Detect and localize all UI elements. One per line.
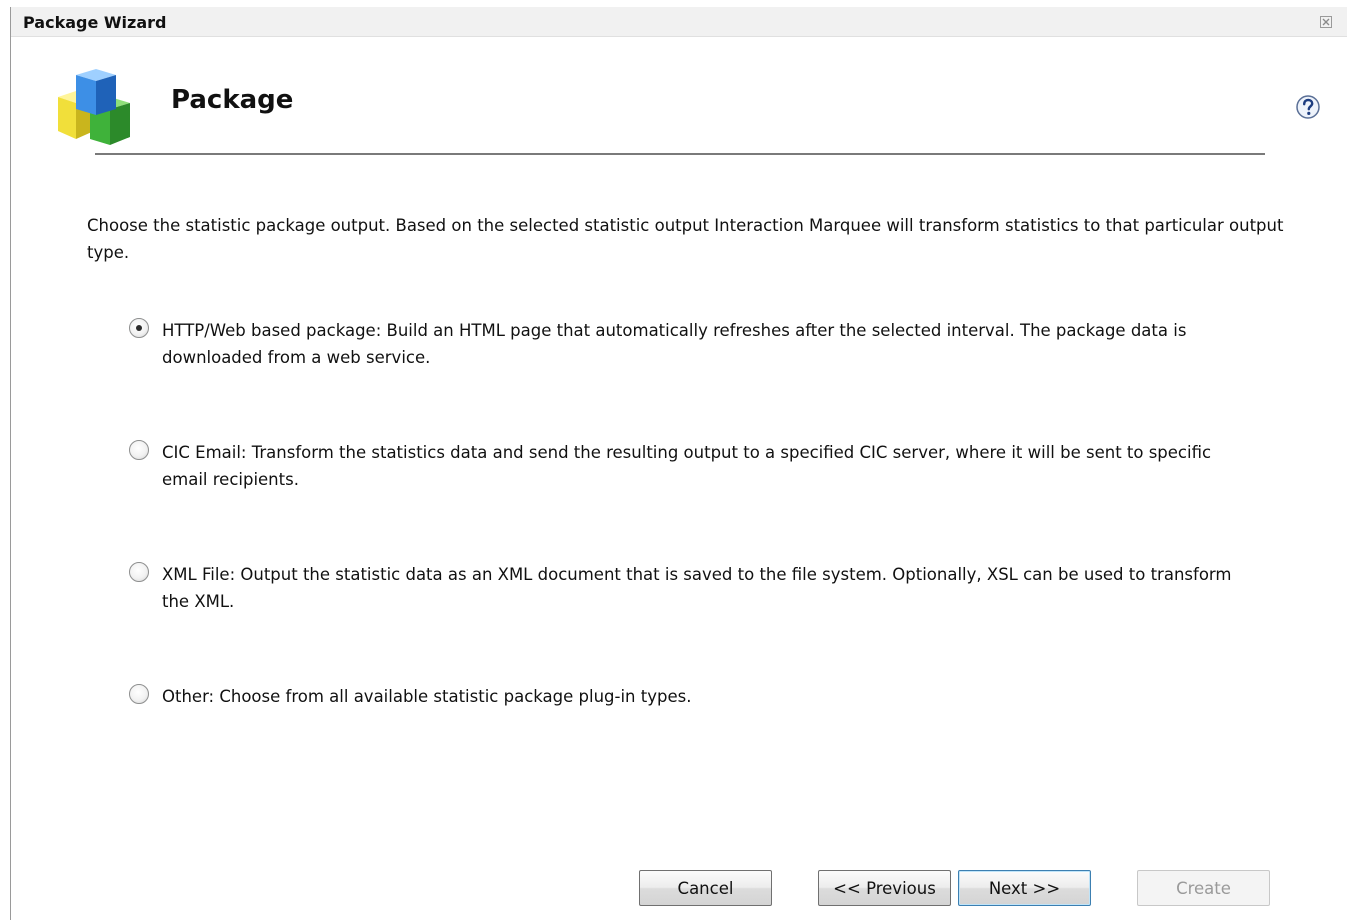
radio-other[interactable] <box>129 684 149 704</box>
package-wizard-window: Package Wizard Package Choose the statis… <box>10 7 1347 920</box>
option-label: XML File: Output the statistic data as a… <box>162 565 1232 611</box>
option-label: CIC Email: Transform the statistics data… <box>162 443 1212 489</box>
option-cic-email[interactable]: CIC Email: Transform the statistics data… <box>129 439 1259 493</box>
help-icon[interactable] <box>1295 94 1321 120</box>
next-button[interactable]: Next >> <box>958 870 1091 906</box>
radio-xml-file[interactable] <box>129 562 149 582</box>
intro-text: Choose the statistic package output. Bas… <box>87 216 1284 262</box>
option-xml-file[interactable]: XML File: Output the statistic data as a… <box>129 561 1259 615</box>
close-icon[interactable] <box>1318 14 1334 30</box>
window-title: Package Wizard <box>23 13 167 32</box>
title-bar: Package Wizard <box>11 7 1347 37</box>
radio-cic-email[interactable] <box>129 440 149 460</box>
header-divider <box>95 153 1265 155</box>
cancel-button[interactable]: Cancel <box>639 870 772 906</box>
option-http-web-package[interactable]: HTTP/Web based package: Build an HTML pa… <box>129 317 1259 371</box>
create-button: Create <box>1137 870 1270 906</box>
page-title: Package <box>171 85 294 115</box>
previous-button[interactable]: << Previous <box>818 870 951 906</box>
option-other[interactable]: Other: Choose from all available statist… <box>129 683 1259 710</box>
package-cubes-icon <box>58 69 130 145</box>
option-label: Other: Choose from all available statist… <box>162 687 692 706</box>
radio-http-web-package[interactable] <box>129 318 149 338</box>
option-label: HTTP/Web based package: Build an HTML pa… <box>162 321 1187 367</box>
